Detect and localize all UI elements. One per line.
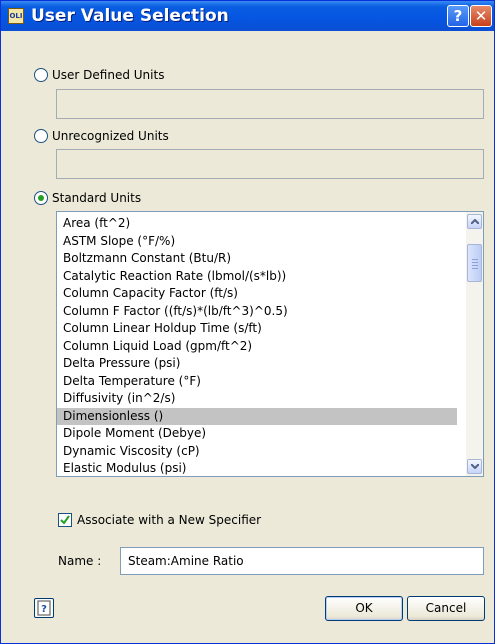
user-defined-units-field[interactable] — [56, 89, 484, 119]
associate-checkbox[interactable] — [58, 513, 72, 527]
unrecognized-units-field[interactable] — [56, 149, 484, 179]
list-item[interactable]: Dynamic Viscosity (cP) — [57, 443, 457, 461]
ok-button[interactable]: OK — [325, 596, 403, 621]
title-help-button[interactable]: ? — [447, 5, 469, 27]
name-label: Name : — [58, 554, 102, 568]
cancel-button[interactable]: Cancel — [407, 596, 485, 621]
list-item[interactable]: Column Linear Holdup Time (s/ft) — [57, 320, 457, 338]
units-list: Area (ft^2) ASTM Slope (°F/%) Boltzmann Co… — [57, 215, 457, 476]
grip-line — [472, 268, 478, 269]
scroll-up-button[interactable] — [467, 214, 482, 229]
chevron-down-icon — [471, 464, 479, 469]
app-icon: OLI — [8, 8, 24, 24]
radio-label: Standard Units — [52, 191, 142, 205]
list-item[interactable]: Area (ft^2) — [57, 215, 457, 233]
list-item[interactable]: ASTM Slope (°F/%) — [57, 233, 457, 251]
close-button[interactable]: ✕ — [470, 5, 492, 27]
list-item[interactable]: Catalytic Reaction Rate (lbmol/(s*lb)) — [57, 268, 457, 286]
radio-button[interactable] — [34, 129, 48, 143]
list-item[interactable]: Delta Temperature (°F) — [57, 373, 457, 391]
radio-label: User Defined Units — [52, 68, 165, 82]
grip-line — [472, 262, 478, 263]
name-input[interactable]: Steam:Amine Ratio — [120, 547, 484, 575]
radio-button[interactable] — [34, 68, 48, 82]
help-icon-glyph: ? — [41, 604, 47, 615]
help-button[interactable]: ? — [34, 598, 54, 618]
chevron-up-icon — [471, 219, 479, 224]
radio-label: Unrecognized Units — [52, 129, 169, 143]
list-item[interactable]: Column F Factor ((ft/s)*(lb/ft^3)^0.5) — [57, 303, 457, 321]
grip-line — [472, 259, 478, 260]
list-item[interactable]: Elastic Modulus (psi) — [57, 460, 457, 476]
checkmark-icon — [60, 515, 70, 525]
grip-line — [472, 265, 478, 266]
list-item[interactable]: Delta Pressure (psi) — [57, 355, 457, 373]
scrollbar-thumb[interactable] — [467, 244, 482, 282]
list-item[interactable]: Column Liquid Load (gpm/ft^2) — [57, 338, 457, 356]
list-item[interactable]: Diffusivity (in^2/s) — [57, 390, 457, 408]
help-icon: ? — [37, 600, 51, 616]
title-bar[interactable]: OLI User Value Selection ? ✕ — [1, 1, 494, 31]
dialog-title: User Value Selection — [31, 6, 229, 26]
standard-units-listbox[interactable]: Area (ft^2) ASTM Slope (°F/%) Boltzmann Co… — [56, 211, 484, 477]
list-item[interactable]: Dipole Moment (Debye) — [57, 425, 457, 443]
list-item[interactable]: Dimensionless () — [57, 407, 457, 425]
associate-label[interactable]: Associate with a New Specifier — [77, 513, 261, 527]
dialog-window: OLI User Value Selection ? ✕ User Define… — [0, 0, 495, 644]
radio-button-checked[interactable] — [34, 191, 48, 205]
vertical-scrollbar[interactable] — [466, 212, 483, 476]
list-item[interactable]: Column Capacity Factor (ft/s) — [57, 285, 457, 303]
list-item[interactable]: Boltzmann Constant (Btu/R) — [57, 250, 457, 268]
scroll-down-button[interactable] — [467, 459, 482, 474]
